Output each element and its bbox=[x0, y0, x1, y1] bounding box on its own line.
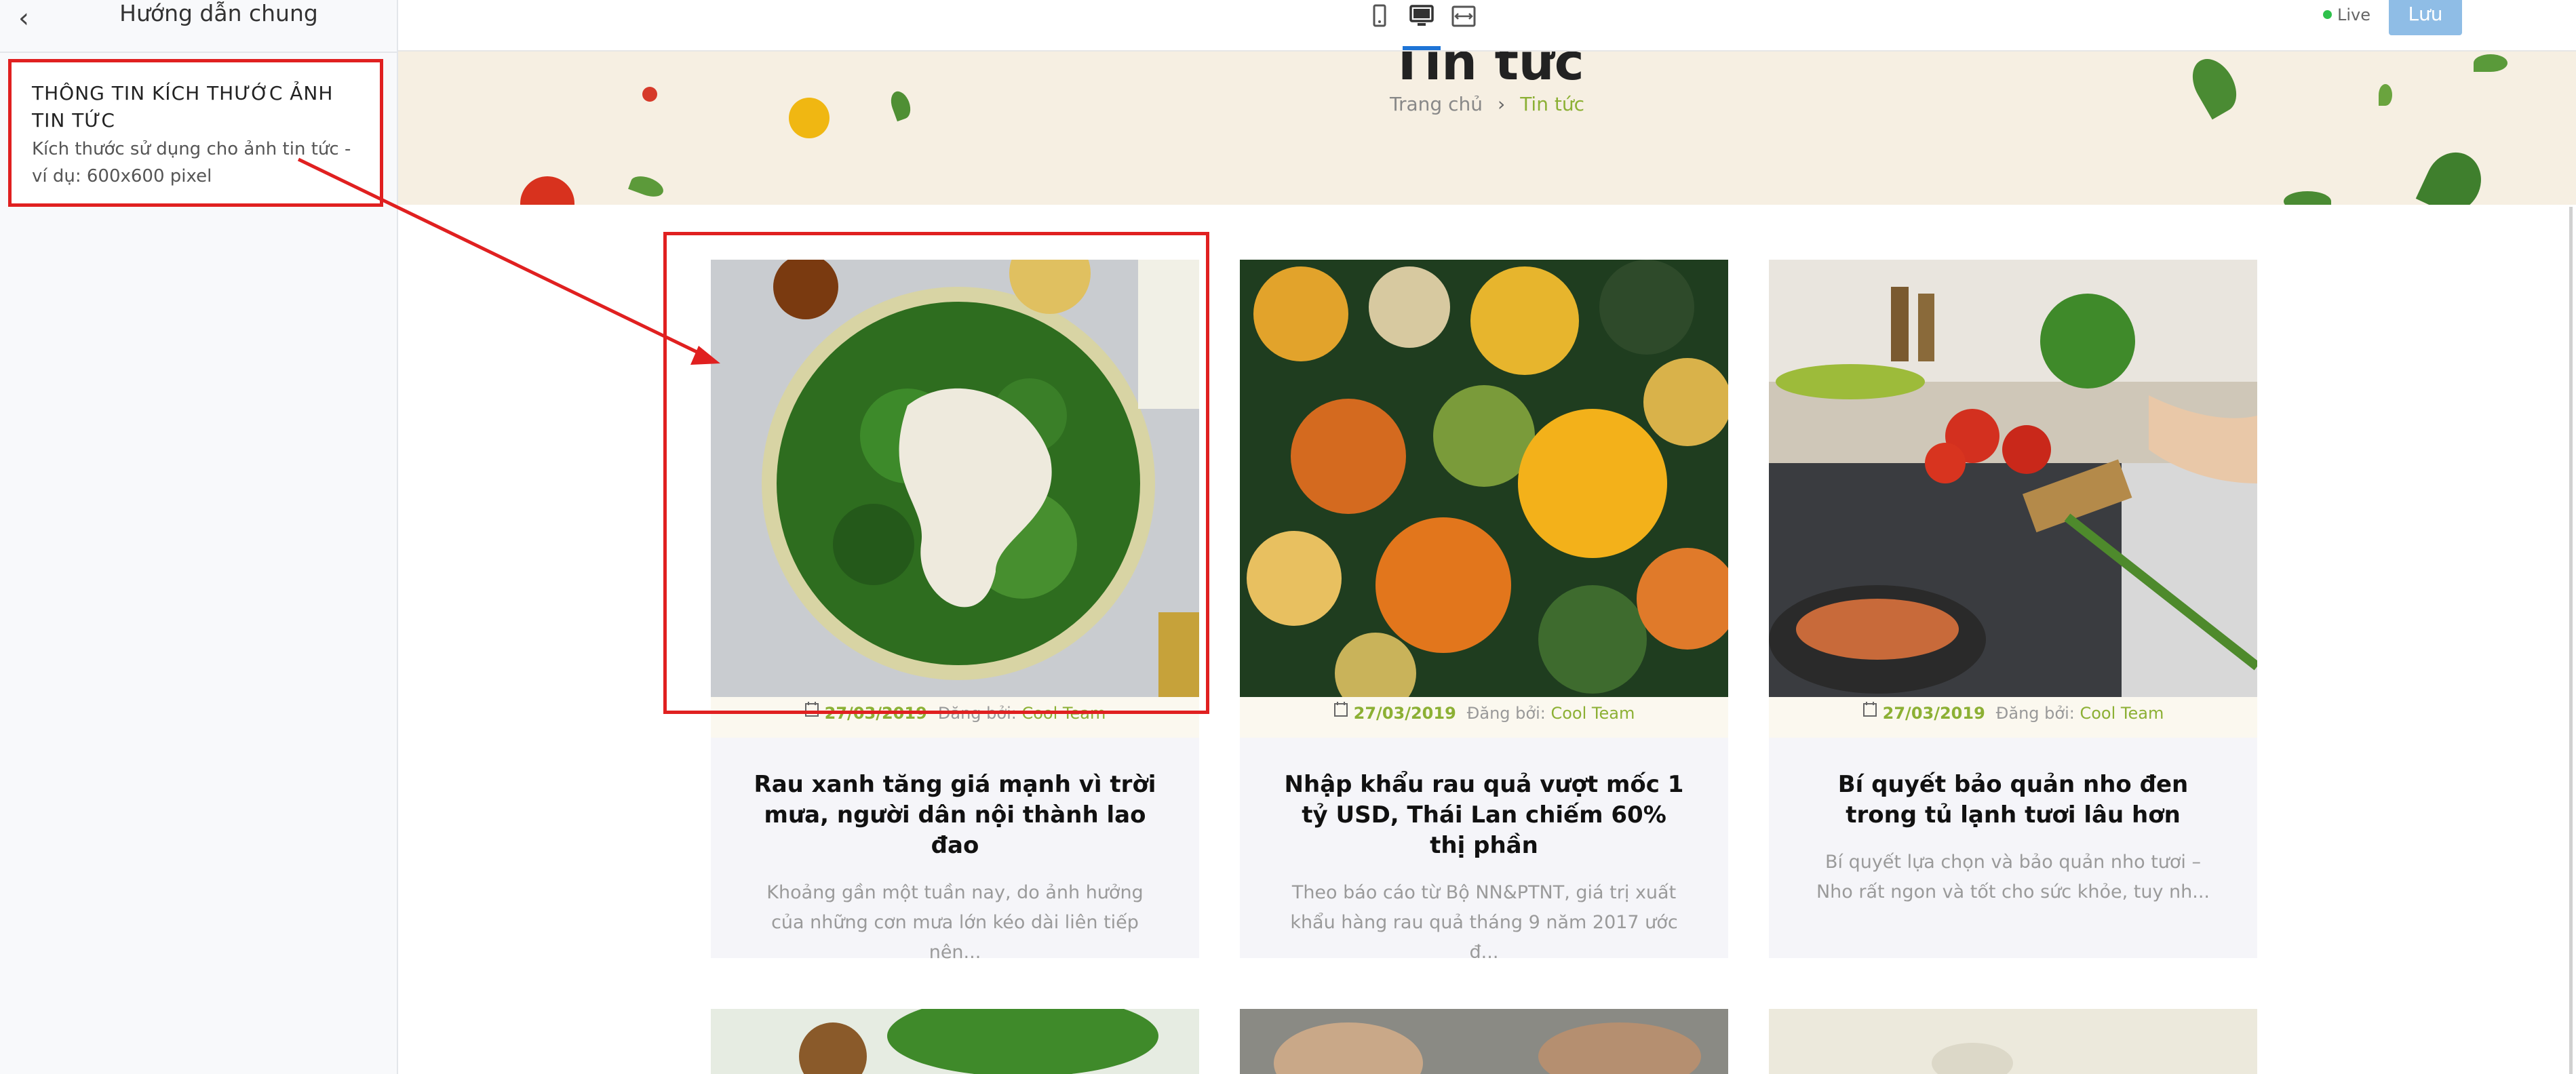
news-title[interactable]: Nhập khẩu rau quả vượt mốc 1 tỷ USD, Thá… bbox=[1281, 770, 1687, 861]
breadcrumb-home-link[interactable]: Trang chủ bbox=[1390, 93, 1483, 115]
news-body: Rau xanh tăng giá mạnh vì trời mưa, ngườ… bbox=[711, 738, 1199, 963]
live-dot-icon bbox=[2323, 9, 2332, 19]
posted-by-label: Đăng bởi: bbox=[1995, 704, 2075, 723]
desktop-icon[interactable] bbox=[1403, 3, 1441, 50]
news-body: Bí quyết bảo quản nho đen trong tủ lạnh … bbox=[1769, 738, 2257, 958]
news-card-next-row[interactable] bbox=[1240, 1009, 1728, 1074]
vertical-scrollbar[interactable] bbox=[2569, 207, 2573, 1074]
info-title: THÔNG TIN KÍCH THƯỚC ẢNH TIN TỨC bbox=[32, 82, 334, 132]
news-meta: 27/03/2019 Đăng bởi: Cool Team bbox=[1769, 697, 2257, 738]
news-image-squash[interactable] bbox=[1240, 260, 1728, 697]
guide-sidebar: ‹ Hướng dẫn chung THÔNG TIN KÍCH THƯỚC Ả… bbox=[0, 0, 398, 1074]
calendar-icon bbox=[1333, 696, 1348, 728]
save-button[interactable]: Lưu bbox=[2389, 0, 2462, 35]
image-size-info-box[interactable]: THÔNG TIN KÍCH THƯỚC ẢNH TIN TỨC Kích th… bbox=[8, 59, 383, 207]
news-title[interactable]: Rau xanh tăng giá mạnh vì trời mưa, ngườ… bbox=[752, 770, 1158, 861]
news-card-next-row[interactable] bbox=[711, 1009, 1199, 1074]
page-banner: Tin tức Trang chủ › Tin tức bbox=[398, 52, 2576, 205]
sidebar-title: Hướng dẫn chung bbox=[119, 0, 318, 26]
breadcrumb: Trang chủ › Tin tức bbox=[398, 91, 2576, 118]
leaf-decoration bbox=[2415, 143, 2491, 205]
news-title[interactable]: Bí quyết bảo quản nho đen trong tủ lạnh … bbox=[1810, 770, 2217, 831]
live-label: Live bbox=[2337, 5, 2371, 24]
news-excerpt: Bí quyết lựa chọn và bảo quản nho tươi –… bbox=[1816, 852, 2210, 902]
tomato-decoration bbox=[520, 176, 574, 205]
leaf-decoration bbox=[2284, 191, 2331, 205]
news-card-next-row[interactable] bbox=[1769, 1009, 2257, 1074]
page-title: Tin tức bbox=[1390, 52, 1584, 92]
news-excerpt: Khoảng gần một tuần nay, do ảnh hưởng củ… bbox=[766, 882, 1144, 963]
news-body: Nhập khẩu rau quả vượt mốc 1 tỷ USD, Thá… bbox=[1240, 738, 1728, 963]
fit-width-icon[interactable] bbox=[1450, 3, 1477, 27]
news-image-kitchen[interactable] bbox=[1769, 260, 2257, 697]
chevron-right-icon: › bbox=[1497, 93, 1506, 115]
image-highlight-box bbox=[663, 232, 1209, 714]
news-author[interactable]: Cool Team bbox=[1550, 704, 1635, 723]
posted-by-label: Đăng bởi: bbox=[1466, 704, 1546, 723]
back-button[interactable]: ‹ bbox=[7, 0, 41, 41]
breadcrumb-current: Tin tức bbox=[1520, 93, 1584, 115]
news-meta: 27/03/2019 Đăng bởi: Cool Team bbox=[1240, 697, 1728, 738]
info-description: Kích thước sử dụng cho ảnh tin tức - ví … bbox=[32, 139, 351, 186]
news-date: 27/03/2019 bbox=[1882, 704, 1985, 723]
mobile-icon[interactable] bbox=[1366, 3, 1393, 27]
sidebar-header: ‹ Hướng dẫn chung bbox=[0, 0, 397, 53]
calendar-icon bbox=[1862, 696, 1877, 728]
news-date: 27/03/2019 bbox=[1353, 704, 1456, 723]
news-excerpt: Theo báo cáo từ Bộ NN&PTNT, giá trị xuất… bbox=[1290, 882, 1678, 963]
leaf-decoration bbox=[628, 172, 666, 201]
editor-toolbar bbox=[398, 0, 2576, 52]
live-status[interactable]: Live bbox=[2323, 7, 2370, 23]
news-author[interactable]: Cool Team bbox=[2080, 704, 2164, 723]
chevron-left-icon: ‹ bbox=[18, 3, 29, 34]
